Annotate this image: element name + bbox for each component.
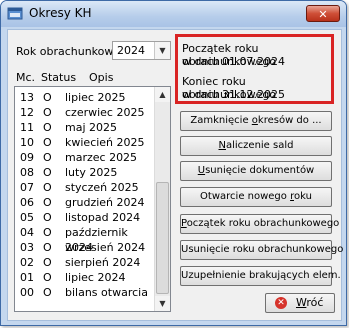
period-status: O <box>43 211 52 224</box>
period-number: 05 <box>20 211 34 224</box>
list-item[interactable]: 09 Omarzec 2025 <box>15 150 156 165</box>
period-description: maj 2025 <box>65 121 118 134</box>
period-number: 07 <box>20 181 34 194</box>
fiscal-year-info-box: Początek roku obrachunkowego w dniu 01.0… <box>175 34 334 104</box>
list-item[interactable]: 04 Opaździernik 2024 <box>15 225 156 254</box>
period-number: 11 <box>20 121 34 134</box>
period-description: czerwiec 2025 <box>65 106 145 119</box>
list-item[interactable]: 12 Oczerwiec 2025 <box>15 105 156 120</box>
scrollbar-thumb[interactable] <box>156 182 169 294</box>
period-description: marzec 2025 <box>65 151 138 164</box>
period-description: kwiecień 2025 <box>65 136 145 149</box>
open-new-year-button[interactable]: Otwarcie nowego roku <box>180 187 332 207</box>
title-bar[interactable]: Okresy KH ✕ <box>1 1 346 27</box>
list-scrollbar[interactable]: ▲ ▼ <box>154 87 170 311</box>
period-status: O <box>43 196 52 209</box>
period-number: 01 <box>20 271 34 284</box>
fill-missing-elements-button[interactable]: Uzupełnienie brakujących elem. <box>180 266 341 286</box>
close-periods-button[interactable]: Zamknięcie okresów do ... <box>180 111 332 131</box>
period-status: O <box>43 181 52 194</box>
cancel-icon: ✕ <box>275 297 287 309</box>
return-button[interactable]: ✕ Wróć <box>265 293 335 313</box>
period-status: O <box>43 286 52 299</box>
list-item[interactable]: 05 Olistopad 2024 <box>15 210 156 225</box>
dialog-window: Okresy KH ✕ Rok obrachunkowy 2024 ▼ Mc. … <box>0 0 347 326</box>
list-item[interactable]: 08 Oluty 2025 <box>15 165 156 180</box>
list-item[interactable]: 07 Ostyczeń 2025 <box>15 180 156 195</box>
period-status: O <box>43 151 52 164</box>
period-number: 00 <box>20 286 34 299</box>
window-title: Okresy KH <box>29 6 92 20</box>
list-item[interactable]: 13 Olipiec 2025 <box>15 90 156 105</box>
period-status: O <box>43 271 52 284</box>
dialog-client-area: Rok obrachunkowy 2024 ▼ Mc. Status Opis … <box>7 29 343 321</box>
period-number: 04 <box>20 226 34 239</box>
list-item[interactable]: 06 Ogrudzień 2024 <box>15 195 156 210</box>
period-description: bilans otwarcia <box>65 286 148 299</box>
column-header-mc: Mc. <box>16 71 36 84</box>
calculate-balances-button[interactable]: Naliczenie sald <box>180 136 332 156</box>
period-number: 12 <box>20 106 34 119</box>
list-item[interactable]: 02 Osierpień 2024 <box>15 255 156 270</box>
period-status: O <box>43 136 52 149</box>
period-description: sierpień 2024 <box>65 256 141 269</box>
period-number: 08 <box>20 166 34 179</box>
period-description: lipiec 2025 <box>65 91 126 104</box>
period-status: O <box>43 91 52 104</box>
period-status: O <box>43 106 52 119</box>
period-status: O <box>43 166 52 179</box>
period-status: O <box>43 241 52 254</box>
column-header-opis: Opis <box>89 71 114 84</box>
period-number: 09 <box>20 151 34 164</box>
fiscal-year-end-date: w dniu 31.12.2025 <box>182 88 285 101</box>
fiscal-year-label: Rok obrachunkowy <box>16 45 120 58</box>
app-icon <box>7 7 23 20</box>
period-description: lipiec 2024 <box>65 271 126 284</box>
column-header-status: Status <box>41 71 77 84</box>
period-number: 02 <box>20 256 34 269</box>
scroll-up-icon[interactable]: ▲ <box>155 87 170 102</box>
period-number: 06 <box>20 196 34 209</box>
period-description: wrzesień 2024 <box>65 241 146 254</box>
list-item[interactable]: 11 Omaj 2025 <box>15 120 156 135</box>
period-number: 10 <box>20 136 34 149</box>
delete-fiscal-year-button[interactable]: Usunięcie roku obrachunkowego <box>180 240 343 260</box>
fiscal-year-select[interactable]: 2024 ▼ <box>112 41 171 60</box>
delete-documents-button[interactable]: Usunięcie dokumentów <box>180 161 332 181</box>
period-status: O <box>43 121 52 134</box>
list-item[interactable]: 10 Okwiecień 2025 <box>15 135 156 150</box>
period-description: listopad 2024 <box>65 211 141 224</box>
list-item[interactable]: 00 Obilans otwarcia <box>15 285 156 300</box>
scroll-down-icon[interactable]: ▼ <box>155 296 170 311</box>
period-description: styczeń 2025 <box>65 181 139 194</box>
period-description: luty 2025 <box>65 166 118 179</box>
period-description: grudzień 2024 <box>65 196 145 209</box>
periods-list[interactable]: 13 Olipiec 2025 12 Oczerwiec 2025 11 Omaj 202… <box>14 86 171 312</box>
list-item[interactable]: 03 Owrzesień 2024 <box>15 240 156 255</box>
period-status: O <box>43 226 52 239</box>
start-fiscal-year-button[interactable]: Początek roku obrachunkowego <box>180 214 339 234</box>
period-number: 03 <box>20 241 34 254</box>
chevron-down-icon[interactable]: ▼ <box>154 42 170 59</box>
fiscal-year-value: 2024 <box>117 44 145 57</box>
return-button-label: Wróć <box>296 296 324 309</box>
list-item[interactable]: 01 Olipiec 2024 <box>15 270 156 285</box>
period-status: O <box>43 256 52 269</box>
period-number: 13 <box>20 91 34 104</box>
close-button[interactable]: ✕ <box>306 5 340 22</box>
fiscal-year-start-date: w dniu 01.07.2024 <box>182 55 285 68</box>
